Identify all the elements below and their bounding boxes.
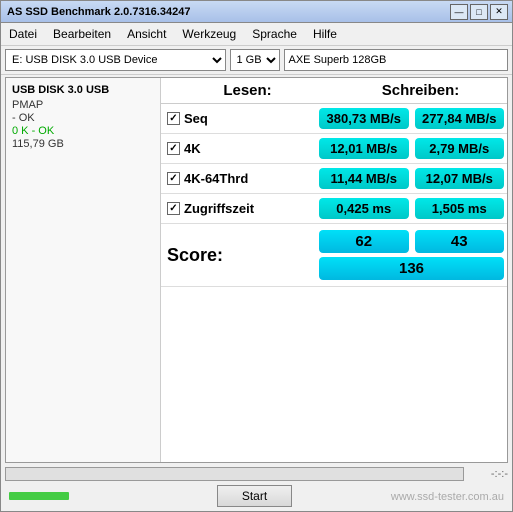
score-row: Score: 62 43 136: [161, 224, 507, 287]
menu-bearbeiten[interactable]: Bearbeiten: [49, 25, 115, 43]
row-zugriffszeit: ✓ Zugriffszeit 0,425 ms 1,505 ms: [161, 194, 507, 224]
menu-werkzeug[interactable]: Werkzeug: [178, 25, 240, 43]
maximize-button[interactable]: □: [470, 4, 488, 20]
menu-sprache[interactable]: Sprache: [248, 25, 301, 43]
status-green: 0 K - OK: [12, 125, 154, 137]
action-row: Start www.ssd-tester.com.au: [5, 483, 508, 509]
zugriffszeit-read: 0,425 ms: [319, 198, 409, 219]
window-controls: — □ ✕: [450, 4, 508, 20]
green-bar: [9, 492, 69, 500]
score-top: 62 43: [316, 228, 507, 255]
score-write: 43: [415, 230, 505, 253]
4k64-read: 11,44 MB/s: [319, 168, 409, 189]
4k-label: ✓ 4K: [161, 141, 316, 156]
seq-write: 277,84 MB/s: [415, 108, 505, 129]
capacity: 115,79 GB: [12, 138, 154, 150]
menu-bar: Datei Bearbeiten Ansicht Werkzeug Sprach…: [1, 23, 512, 46]
bottom-section: -:-:- Start www.ssd-tester.com.au: [5, 467, 508, 509]
score-total: 136: [319, 257, 504, 280]
watermark: www.ssd-tester.com.au: [391, 491, 504, 503]
size-select[interactable]: 1 GB: [230, 49, 280, 71]
window-title: AS SSD Benchmark 2.0.7316.34247: [5, 6, 190, 18]
seq-checkbox[interactable]: ✓: [167, 112, 180, 125]
seq-cells: 380,73 MB/s 277,84 MB/s: [316, 106, 507, 131]
row-4k64: ✓ 4K-64Thrd 11,44 MB/s 12,07 MB/s: [161, 164, 507, 194]
seq-read: 380,73 MB/s: [319, 108, 409, 129]
4k-read: 12,01 MB/s: [319, 138, 409, 159]
4k-cells: 12,01 MB/s 2,79 MB/s: [316, 136, 507, 161]
row-4k: ✓ 4K 12,01 MB/s 2,79 MB/s: [161, 134, 507, 164]
time-display: -:-:-: [468, 468, 508, 480]
drive-select[interactable]: E: USB DISK 3.0 USB Device: [5, 49, 226, 71]
close-button[interactable]: ✕: [490, 4, 508, 20]
read-header: Lesen:: [161, 78, 334, 103]
main-window: AS SSD Benchmark 2.0.7316.34247 — □ ✕ Da…: [0, 0, 513, 512]
results-header: Lesen: Schreiben:: [161, 78, 507, 104]
minimize-button[interactable]: —: [450, 4, 468, 20]
seq-label: ✓ Seq: [161, 111, 316, 126]
device-name-line1: USB DISK 3.0 USB: [12, 84, 154, 96]
4k64-label: ✓ 4K-64Thrd: [161, 171, 316, 186]
pmap-label: PMAP: [12, 99, 154, 111]
progress-bar: [5, 467, 464, 481]
score-cells: 62 43 136: [316, 228, 507, 282]
4k64-checkbox[interactable]: ✓: [167, 172, 180, 185]
progress-row: -:-:-: [5, 467, 508, 481]
device-info: USB DISK 3.0 USB PMAP - OK 0 K - OK 115,…: [12, 84, 154, 150]
zugriffszeit-cells: 0,425 ms 1,505 ms: [316, 196, 507, 221]
score-read: 62: [319, 230, 409, 253]
menu-hilfe[interactable]: Hilfe: [309, 25, 341, 43]
write-header: Schreiben:: [334, 78, 507, 103]
title-bar: AS SSD Benchmark 2.0.7316.34247 — □ ✕: [1, 1, 512, 23]
4k64-cells: 11,44 MB/s 12,07 MB/s: [316, 166, 507, 191]
right-panel: Lesen: Schreiben: ✓ Seq 380,73 MB/s 277,…: [161, 78, 507, 462]
main-content: USB DISK 3.0 USB PMAP - OK 0 K - OK 115,…: [5, 77, 508, 463]
row-seq: ✓ Seq 380,73 MB/s 277,84 MB/s: [161, 104, 507, 134]
start-button[interactable]: Start: [217, 485, 292, 507]
4k-checkbox[interactable]: ✓: [167, 142, 180, 155]
status-ok: - OK: [12, 112, 154, 124]
4k-write: 2,79 MB/s: [415, 138, 505, 159]
left-panel: USB DISK 3.0 USB PMAP - OK 0 K - OK 115,…: [6, 78, 161, 462]
toolbar: E: USB DISK 3.0 USB Device 1 GB AXE Supe…: [1, 46, 512, 75]
zugriffszeit-label: ✓ Zugriffszeit: [161, 201, 316, 216]
zugriffszeit-checkbox[interactable]: ✓: [167, 202, 180, 215]
menu-datei[interactable]: Datei: [5, 25, 41, 43]
device-label: AXE Superb 128GB: [284, 49, 509, 71]
menu-ansicht[interactable]: Ansicht: [123, 25, 170, 43]
zugriffszeit-write: 1,505 ms: [415, 198, 505, 219]
score-label: Score:: [161, 245, 316, 266]
4k64-write: 12,07 MB/s: [415, 168, 505, 189]
